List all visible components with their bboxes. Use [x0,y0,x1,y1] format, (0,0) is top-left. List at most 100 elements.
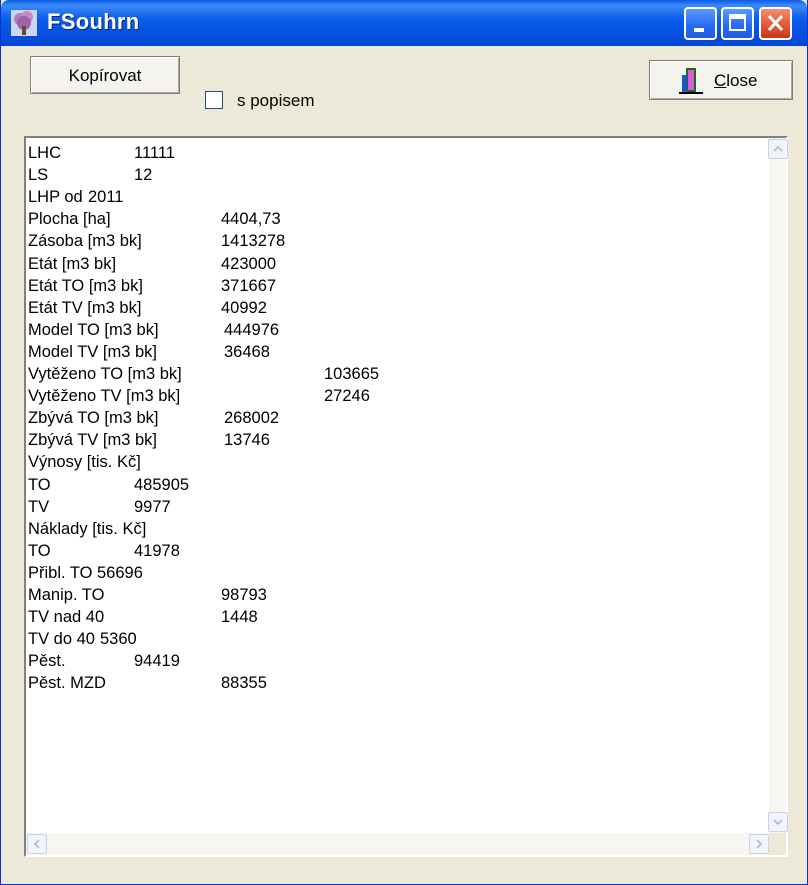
summary-label: TO [28,475,51,494]
summary-line: Manip. TO 98793 [28,586,758,608]
close-button-accel: C [714,71,727,90]
summary-line: Zásoba [m3 bk] 1413278 [28,232,758,254]
summary-label: TV do 40 [28,630,95,649]
summary-value: 103665 [324,365,380,383]
summary-text: LHC 11111 LS 12 LHP od 2011 Plocha [ha] 4404,73… [28,140,770,833]
summary-value: 88355 [221,674,267,693]
summary-value: 423000 [221,254,277,273]
summary-line: TV do 40 5360 [28,630,758,652]
summary-line: Zbývá TO [m3 bk] 268002 [28,409,758,431]
summary-line: Vytěženo TV [m3 bk] 27246 [28,387,758,409]
summary-line: Model TO [m3 bk] 444976 [28,321,758,343]
summary-value: 12 [134,166,153,185]
summary-label: Zbývá TO [m3 bk] [28,409,159,428]
minimize-icon [694,28,704,32]
description-checkbox[interactable] [205,91,223,109]
summary-label: Přibl. TO [28,563,93,582]
summary-label: LHP od [28,188,83,207]
summary-label: Pěst. [28,652,66,671]
summary-value: 94419 [134,652,180,671]
summary-value: 13746 [224,431,270,450]
close-icon [767,14,784,32]
fsouhrn-window: FSouhrn Kopírovat s popisem Close LHC 111… [0,0,808,885]
window-title: FSouhrn [47,9,140,34]
scroll-down-button[interactable] [768,812,788,832]
summary-value: 485905 [134,475,190,494]
summary-line: Model TV [m3 bk] 36468 [28,343,758,365]
horizontal-scrollbar[interactable] [26,833,770,855]
chevron-up-icon [773,145,783,152]
summary-line: Etát TV [m3 bk] 40992 [28,299,758,321]
summary-value: 5360 [100,630,137,649]
summary-label: Etát TV [m3 bk] [28,298,142,317]
summary-line: Pěst. MZD 88355 [28,674,758,696]
summary-line: LHP od 2011 [28,188,758,210]
summary-memo[interactable]: LHC 11111 LS 12 LHP od 2011 Plocha [ha] 4404,73… [24,136,788,857]
summary-label: Náklady [tis. Kč] [28,519,147,538]
chevron-right-icon [756,839,763,849]
scroll-corner [769,833,786,855]
summary-line: Vytěženo TO [m3 bk] 103665 [28,365,758,387]
summary-line: Zbývá TV [m3 bk] 13746 [28,431,758,453]
title-bar[interactable]: FSouhrn [1,0,807,46]
minimize-button[interactable] [684,7,717,40]
summary-label: Vytěženo TO [m3 bk] [28,365,182,383]
close-window-button[interactable] [759,7,792,40]
summary-value: 36468 [224,342,270,361]
summary-label: Vytěženo TV [m3 bk] [28,387,181,406]
summary-label: Zbývá TV [m3 bk] [28,431,157,450]
summary-label: Plocha [ha] [28,210,111,229]
chevron-down-icon [773,819,783,826]
summary-label: LHC [28,144,62,162]
summary-label: Model TO [m3 bk] [28,320,159,339]
summary-label: Etát TO [m3 bk] [28,276,143,295]
summary-label: Etát [m3 bk] [28,254,117,273]
summary-line: Výnosy [tis. Kč] [28,453,758,475]
vertical-scrollbar[interactable] [768,138,788,833]
copy-button-label: Kopírovat [68,66,142,85]
maximize-button[interactable] [721,7,754,40]
summary-value: 56696 [97,563,143,582]
summary-line: TO 485905 [28,476,758,498]
summary-value: 98793 [221,586,267,604]
summary-line: Přibl. TO 56696 [28,564,758,586]
summary-value: 41978 [134,541,180,560]
scroll-up-button[interactable] [768,139,788,159]
summary-line: TV nad 40 1448 [28,608,758,630]
summary-value: 2011 [88,188,124,207]
maximize-icon [729,14,746,31]
close-button-label: lose [726,71,758,90]
summary-line: Náklady [tis. Kč] [28,520,758,542]
summary-value: 1448 [221,608,258,627]
summary-label: Pěst. MZD [28,674,106,693]
summary-line: LS 12 [28,166,758,188]
summary-label: Zásoba [m3 bk] [28,232,142,251]
door-exit-icon [679,68,703,94]
summary-value: 371667 [221,276,277,295]
summary-line: LHC 11111 [28,144,758,166]
summary-label: Výnosy [tis. Kč] [28,453,141,472]
summary-value: 27246 [324,387,370,406]
summary-label: TV nad 40 [28,608,105,627]
close-button[interactable]: Close [649,60,793,100]
summary-line: TO 41978 [28,542,758,564]
scroll-right-button[interactable] [749,834,769,854]
description-checkbox-label[interactable]: s popisem [237,91,314,111]
summary-line: Etát TO [m3 bk] 371667 [28,277,758,299]
summary-line: Pěst. 94419 [28,652,758,674]
summary-value: 4404,73 [221,210,281,229]
summary-line: Plocha [ha] 4404,73 [28,210,758,232]
chevron-left-icon [33,839,40,849]
summary-label: TO [28,541,51,560]
scroll-left-button[interactable] [27,834,47,854]
summary-value: 9977 [134,497,171,516]
summary-value: 40992 [221,298,267,317]
summary-value: 1413278 [221,232,286,251]
summary-label: LS [28,166,49,185]
tree-icon [11,10,37,36]
summary-line: Etát [m3 bk] 423000 [28,255,758,277]
summary-value: 268002 [224,409,280,428]
summary-label: Model TV [m3 bk] [28,342,157,361]
summary-label: TV [28,497,50,516]
copy-button[interactable]: Kopírovat [30,56,180,94]
